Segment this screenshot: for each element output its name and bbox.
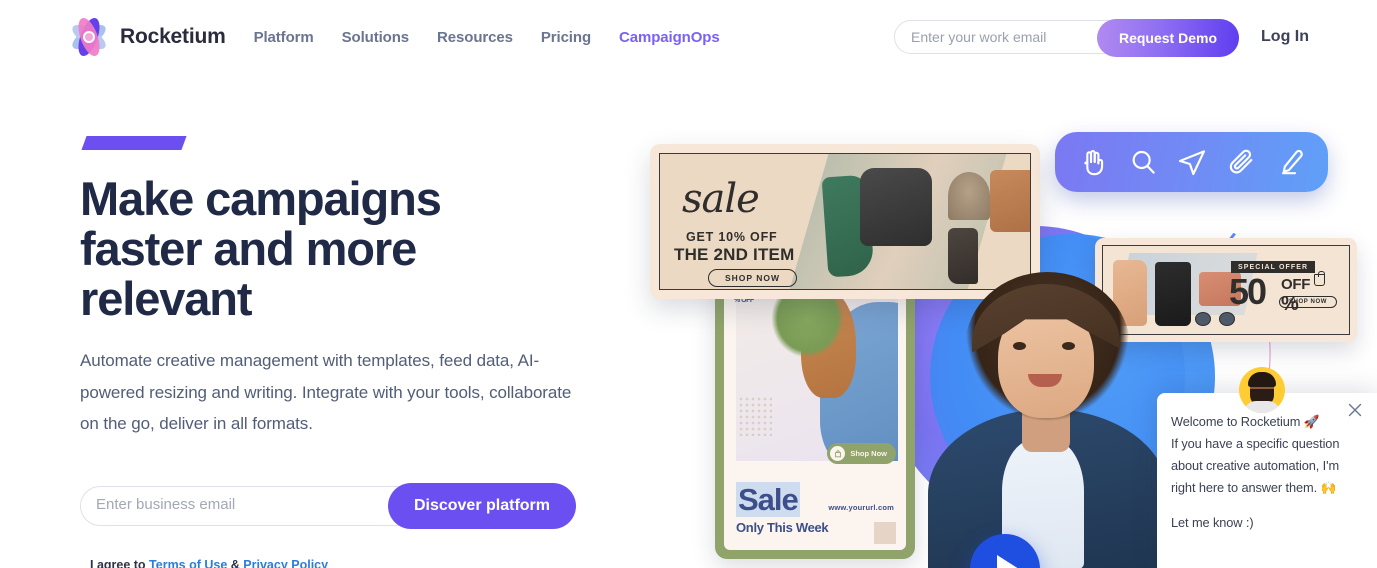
green-poster-shop-now-button[interactable]: Shop Now: [827, 443, 896, 464]
consent-prefix: I agree to: [90, 557, 150, 568]
rocketium-flower-logo-icon: [68, 15, 110, 59]
portrait-eye-left: [1013, 342, 1026, 350]
nav-item-solutions[interactable]: Solutions: [342, 29, 410, 46]
floating-toolbar: [1055, 132, 1328, 192]
special-offer-bag-icon: [1314, 271, 1325, 286]
nav-item-platform[interactable]: Platform: [254, 29, 314, 46]
nav-item-campaignops[interactable]: CampaignOps: [619, 29, 720, 46]
avatar: [1239, 367, 1285, 413]
paperclip-icon[interactable]: [1226, 146, 1258, 178]
hand-icon[interactable]: [1076, 145, 1110, 179]
chat-line-5: Let me know :): [1171, 515, 1254, 530]
chat-line-1: Welcome to Rocketium 🚀: [1171, 414, 1320, 429]
privacy-policy-link[interactable]: Privacy Policy: [243, 558, 328, 568]
special-offer-shop-now-button[interactable]: SHOP NOW: [1278, 296, 1337, 308]
header-email-input[interactable]: [895, 21, 1096, 53]
terms-of-use-link[interactable]: Terms of Use: [149, 558, 227, 568]
green-poster-swatch: [874, 522, 896, 544]
special-offer-number: 50: [1229, 271, 1267, 312]
sale-banner-tshirt: [860, 168, 932, 246]
close-icon[interactable]: [1344, 399, 1366, 421]
brand[interactable]: Rocketium: [68, 15, 226, 59]
hero-content: Make campaigns faster and more relevant …: [80, 136, 610, 568]
sale-banner-line1: GET 10% OFF: [686, 230, 778, 244]
hero-email-input[interactable]: [96, 486, 396, 523]
sale-banner-script-text: sale: [682, 176, 760, 222]
chat-spacer: [1171, 499, 1361, 512]
play-icon: [997, 555, 1019, 568]
consent-text: I agree to Terms of Use & Privacy Policy: [90, 558, 610, 568]
avatar-body: [1244, 401, 1280, 413]
landing-page: Rocketium Platform Solutions Resources P…: [0, 0, 1377, 568]
special-offer-sunglasses: [1195, 312, 1235, 326]
green-poster-url: www.yoururl.com: [828, 503, 894, 512]
search-icon[interactable]: [1127, 146, 1159, 178]
sale-banner-bag: [990, 170, 1030, 232]
nav-item-pricing[interactable]: Pricing: [541, 29, 591, 46]
send-icon[interactable]: [1176, 146, 1208, 178]
green-poster-dot-pattern: [738, 396, 772, 436]
sale-banner-shop-now-button[interactable]: SHOP NOW: [708, 269, 798, 287]
site-header: Rocketium Platform Solutions Resources P…: [0, 0, 1377, 74]
hero-signup-form: Discover platform: [80, 482, 576, 529]
chat-widget: Welcome to Rocketium 🚀 If you have a spe…: [1157, 367, 1377, 568]
hero-portrait: [910, 254, 1180, 568]
sale-banner-scarf: [948, 172, 990, 220]
green-poster-sale-text: Sale: [736, 482, 800, 517]
main-nav: Platform Solutions Resources Pricing Cam…: [254, 29, 720, 46]
pencil-icon[interactable]: [1275, 146, 1307, 178]
header-actions: Request Demo Log In: [894, 0, 1377, 74]
chat-line-2: If you have a specific question: [1171, 436, 1340, 451]
shopping-bag-icon: [830, 446, 846, 461]
request-demo-button[interactable]: Request Demo: [1096, 19, 1240, 57]
nav-item-resources[interactable]: Resources: [437, 29, 513, 46]
green-sale-poster[interactable]: 50% OFF Shop Now Sale Only This Week www…: [715, 259, 915, 559]
sale-banner-line2: THE 2ND ITEM: [674, 245, 795, 264]
green-poster-shop-label: Shop Now: [850, 449, 887, 458]
green-poster-subtitle: Only This Week: [736, 520, 829, 535]
chat-line-4: right here to answer them. 🙌: [1171, 480, 1337, 495]
discover-platform-button[interactable]: Discover platform: [387, 482, 576, 529]
special-offer-off-label: OFF: [1281, 276, 1311, 293]
chat-message: Welcome to Rocketium 🚀 If you have a spe…: [1171, 411, 1361, 534]
chat-line-3: about creative automation, I'm: [1171, 458, 1340, 473]
header-email-field-wrap: Request Demo: [894, 19, 1240, 57]
hero-subtitle: Automate creative management with templa…: [80, 351, 572, 434]
page-title: Make campaigns faster and more relevant: [80, 172, 442, 325]
avatar-hair: [1248, 372, 1276, 387]
accent-bar: [81, 136, 187, 150]
brand-name: Rocketium: [120, 25, 226, 48]
green-poster-inner: 50% OFF Shop Now Sale Only This Week www…: [724, 268, 906, 550]
login-link[interactable]: Log In: [1261, 28, 1309, 46]
consent-separator: &: [227, 557, 244, 568]
portrait-eye-right: [1062, 342, 1075, 350]
